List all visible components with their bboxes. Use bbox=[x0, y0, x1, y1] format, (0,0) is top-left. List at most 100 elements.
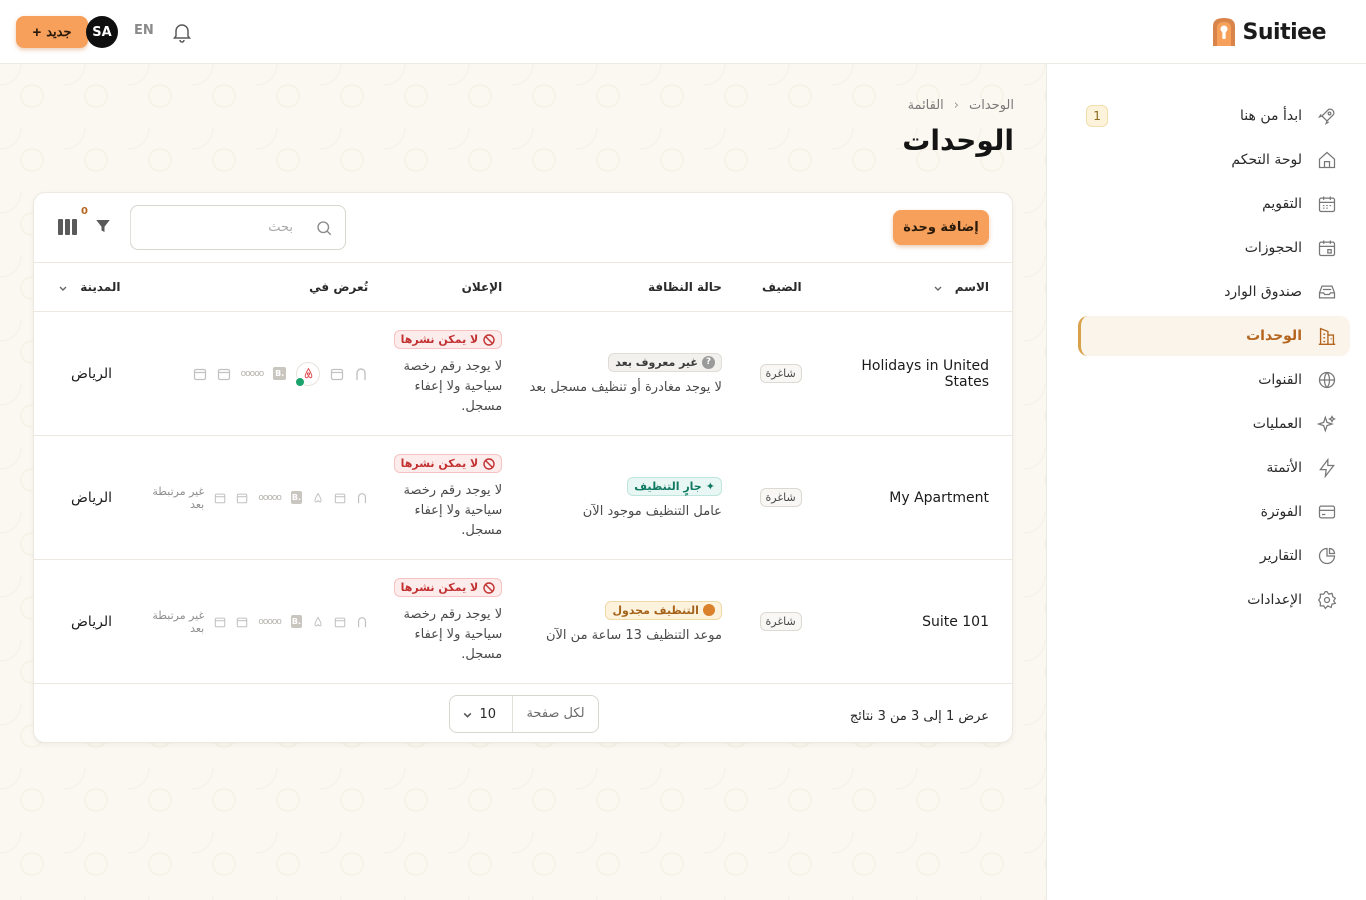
calendar-channel-icon[interactable] bbox=[236, 491, 248, 505]
calendar-channel-icon[interactable] bbox=[334, 491, 346, 505]
sidebar-item-inbox[interactable]: صندوق الوارد bbox=[1078, 272, 1350, 312]
calendar-channel-icon[interactable] bbox=[214, 491, 226, 505]
airbnb-icon[interactable] bbox=[312, 615, 324, 629]
listing-status-label: لا يمكن نشرها bbox=[400, 333, 479, 346]
table-row[interactable]: Holidays in United States شاغرة ? غير مع… bbox=[34, 312, 1012, 436]
arch-channel-icon[interactable] bbox=[356, 615, 368, 629]
column-header-listing: الإعلان bbox=[461, 280, 503, 294]
city: الرياض bbox=[71, 613, 112, 630]
ban-icon bbox=[483, 457, 495, 470]
sidebar-item-bookings[interactable]: الحجوزات bbox=[1078, 228, 1350, 268]
sidebar-item-label: الأتمتة bbox=[1266, 460, 1302, 476]
not-linked-label: غير مرتبطة بعد bbox=[152, 608, 205, 635]
calendar-channel-icon[interactable] bbox=[214, 615, 226, 629]
listing-status-label: لا يمكن نشرها bbox=[400, 457, 479, 470]
sidebar-item-automation[interactable]: الأتمتة bbox=[1078, 448, 1350, 488]
cleaning-status-label: غير معروف بعد bbox=[615, 355, 698, 369]
sidebar-item-operations[interactable]: العمليات bbox=[1078, 404, 1350, 444]
chevron-down-icon bbox=[934, 286, 942, 291]
dots-channel-icon[interactable]: ooooo bbox=[258, 493, 282, 503]
table-row[interactable]: My Apartment شاغرة ✦ جارٍ التنظيف عامل ا… bbox=[34, 436, 1012, 560]
unit-name[interactable]: Holidays in United States bbox=[826, 358, 989, 390]
calendar-channel-icon[interactable] bbox=[193, 367, 207, 381]
channel-icons: غير مرتبطة بعد ooooo B. bbox=[132, 485, 368, 511]
filter-count-badge: 0 bbox=[81, 206, 88, 217]
sidebar-item-label: العمليات bbox=[1252, 416, 1302, 432]
columns-icon[interactable] bbox=[58, 219, 77, 235]
table-row[interactable]: Suite 101 شاغرة التنظيف مجدول موعد التنظ… bbox=[34, 560, 1012, 684]
booking-com-icon[interactable]: B. bbox=[290, 615, 303, 628]
calendar-channel-icon[interactable] bbox=[236, 615, 248, 629]
filter-icon[interactable] bbox=[94, 217, 112, 235]
billing-icon bbox=[1316, 501, 1338, 523]
breadcrumb-root[interactable]: الوحدات bbox=[969, 98, 1014, 113]
column-header-cleaning: حالة النظافة bbox=[647, 280, 722, 294]
column-name-label: الاسم bbox=[954, 280, 989, 294]
unit-name[interactable]: My Apartment bbox=[826, 490, 989, 506]
per-page-select[interactable]: لكل صفحة 10 bbox=[449, 695, 599, 733]
arch-channel-icon[interactable] bbox=[356, 491, 368, 505]
breadcrumb: الوحدات ‹ القائمة bbox=[908, 98, 1014, 113]
column-header-city[interactable]: المدينة bbox=[34, 263, 120, 312]
settings-icon bbox=[1316, 589, 1338, 611]
per-page-label: لكل صفحة bbox=[512, 696, 598, 732]
start-here-count-badge: 1 bbox=[1086, 105, 1108, 127]
sidebar-item-calendar[interactable]: التقويم bbox=[1078, 184, 1350, 224]
column-header-name[interactable]: الاسم bbox=[814, 263, 1012, 312]
bell-icon[interactable] bbox=[170, 20, 194, 44]
sidebar-item-units[interactable]: الوحدات bbox=[1078, 316, 1350, 356]
cleaning-status-badge: ✦ جارٍ التنظيف bbox=[627, 476, 722, 496]
question-icon: ? bbox=[701, 355, 715, 369]
sidebar-item-label: ابدأ من هنا bbox=[1240, 108, 1302, 124]
sidebar-item-label: صندوق الوارد bbox=[1224, 284, 1302, 300]
calendar-channel-icon[interactable] bbox=[330, 367, 344, 381]
sidebar-item-settings[interactable]: الإعدادات bbox=[1078, 580, 1350, 620]
not-linked-label: غير مرتبطة بعد bbox=[152, 484, 205, 511]
sidebar-item-billing[interactable]: الفوترة bbox=[1078, 492, 1350, 532]
arch-channel-icon[interactable] bbox=[354, 367, 368, 381]
chevron-down-icon bbox=[59, 286, 67, 291]
sidebar-item-dashboard[interactable]: لوحة التحكم bbox=[1078, 140, 1350, 180]
brand-logo[interactable]: Suitiee bbox=[1211, 16, 1327, 48]
dots-channel-icon[interactable]: ooooo bbox=[258, 617, 282, 627]
sidebar-item-reports[interactable]: التقارير bbox=[1078, 536, 1350, 576]
dots-channel-icon[interactable]: ooooo bbox=[241, 369, 265, 379]
sidebar-item-start-here[interactable]: ابدأ من هنا 1 bbox=[1078, 96, 1350, 136]
airbnb-connected-icon[interactable] bbox=[295, 361, 321, 387]
home-icon bbox=[1316, 149, 1338, 171]
bookings-calendar-icon bbox=[1316, 237, 1338, 259]
booking-com-icon[interactable]: B. bbox=[290, 491, 303, 504]
sidebar: ابدأ من هنا 1 لوحة التحكم التقويم الحجوز… bbox=[1046, 64, 1366, 900]
table-header-row: الاسم الضيف حالة النظافة الإعلان تُعرض ف… bbox=[34, 262, 1012, 312]
top-bar: Suitiee جديد + SA EN bbox=[0, 0, 1366, 64]
sidebar-item-label: الوحدات bbox=[1246, 328, 1302, 344]
add-unit-button[interactable]: إضافة وحدة bbox=[893, 210, 989, 245]
listing-description: لا يوجد رقم رخصة سياحية ولا إعفاء مسجل. bbox=[403, 483, 503, 538]
search-input[interactable] bbox=[130, 206, 305, 249]
sidebar-item-channels[interactable]: القنوات bbox=[1078, 360, 1350, 400]
airbnb-icon[interactable] bbox=[312, 491, 324, 505]
sidebar-item-label: التقويم bbox=[1262, 196, 1302, 212]
guest-status-tag: شاغرة bbox=[759, 364, 802, 383]
logo-keyhole-icon bbox=[1212, 18, 1235, 46]
sparkles-icon: ✦ bbox=[705, 479, 715, 493]
listing-status-label: لا يمكن نشرها bbox=[400, 581, 479, 594]
table-footer: عرض 1 إلى 3 من 3 نتائج لكل صفحة 10 bbox=[34, 695, 1012, 743]
unit-name[interactable]: Suite 101 bbox=[826, 614, 989, 630]
pie-chart-icon bbox=[1316, 545, 1338, 567]
city: الرياض bbox=[71, 489, 112, 506]
booking-com-icon[interactable]: B. bbox=[273, 367, 287, 380]
calendar-channel-icon[interactable] bbox=[334, 615, 346, 629]
channel-icons: غير مرتبطة بعد ooooo B. bbox=[132, 609, 368, 635]
search-icon bbox=[317, 221, 332, 236]
user-avatar[interactable]: SA bbox=[86, 16, 118, 48]
language-switch[interactable]: EN bbox=[134, 23, 154, 38]
sidebar-item-label: التقارير bbox=[1259, 548, 1302, 564]
clock-icon bbox=[702, 604, 715, 616]
new-button[interactable]: جديد + bbox=[16, 16, 88, 48]
calendar-channel-icon[interactable] bbox=[217, 367, 231, 381]
column-header-guest: الضيف bbox=[762, 280, 802, 294]
page-title: الوحدات bbox=[902, 124, 1014, 157]
sidebar-item-label: الحجوزات bbox=[1244, 240, 1302, 256]
cleaning-status-badge: التنظيف مجدول bbox=[605, 600, 722, 620]
